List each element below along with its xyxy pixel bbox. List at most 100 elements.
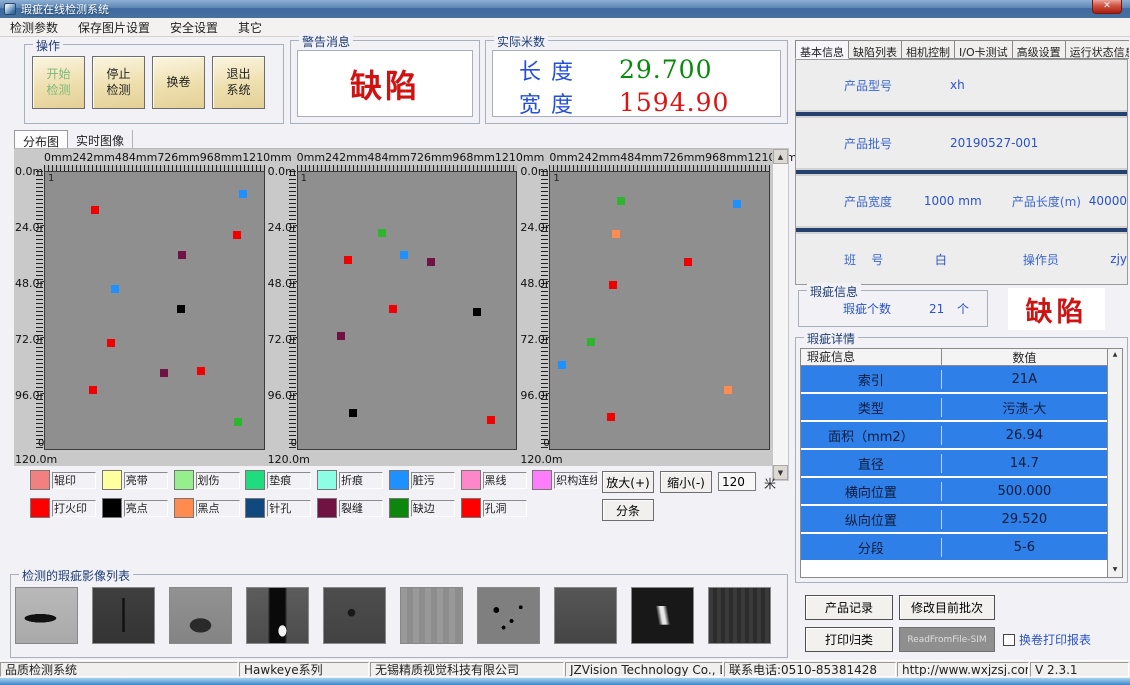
defect-point[interactable] [107, 339, 115, 347]
legend-label-box[interactable]: 划伤 [196, 472, 240, 489]
split-button[interactable]: 分条 [602, 499, 654, 521]
scroll-up-icon[interactable]: ▲ [1108, 349, 1122, 362]
menu-bar: 检测参数保存图片设置安全设置其它 [0, 18, 1130, 37]
modify-current-batch-button[interactable]: 修改目前批次 [899, 595, 995, 620]
zoom-out-button[interactable]: 缩小(-) [660, 471, 712, 493]
chart-vertical-scrollbar[interactable]: ▲ ▼ [772, 148, 789, 481]
defect-point[interactable] [234, 418, 242, 426]
stop-detection-button[interactable]: 停止 检测 [92, 56, 145, 109]
defect-thumbnail-6[interactable] [400, 587, 463, 644]
defect-point[interactable] [389, 305, 397, 313]
defect-point[interactable] [177, 305, 185, 313]
legend-label-box[interactable]: 缺边 [411, 500, 455, 517]
defect-point[interactable] [178, 251, 186, 259]
defect-thumbnail-5[interactable] [323, 587, 386, 644]
tab-run-status[interactable]: 运行状态信息 [1066, 40, 1129, 59]
defect-thumbnails [11, 575, 787, 644]
change-roll-button[interactable]: 换卷 [152, 56, 205, 109]
tab-distribution-map[interactable]: 分布图 [14, 130, 68, 148]
legend-label-box[interactable]: 黑点 [196, 500, 240, 517]
defect-point[interactable] [587, 338, 595, 346]
defect-point[interactable] [558, 361, 566, 369]
product-record-button[interactable]: 产品记录 [805, 595, 893, 620]
defect-point[interactable] [487, 416, 495, 424]
defect-point[interactable] [684, 258, 692, 266]
legend-label-box[interactable]: 黑线 [483, 472, 527, 489]
defect-point[interactable] [607, 413, 615, 421]
legend-label-box[interactable]: 打火印 [52, 500, 96, 517]
detail-table-row[interactable]: 横向位置500.000 [801, 478, 1107, 506]
tab-realtime-image[interactable]: 实时图像 [68, 130, 133, 148]
defect-thumbnail-7[interactable] [477, 587, 540, 644]
legend-label-box[interactable]: 针孔 [267, 500, 311, 517]
menu-item[interactable]: 其它 [228, 18, 272, 37]
defect-thumbnail-4[interactable] [246, 587, 309, 644]
defect-point[interactable] [197, 367, 205, 375]
exit-system-button[interactable]: 退出 系统 [212, 56, 265, 109]
defect-point[interactable] [612, 230, 620, 238]
defect-point[interactable] [378, 229, 386, 237]
tab-basic-info[interactable]: 基本信息 [795, 40, 849, 59]
detail-field-name: 面积（mm2） [801, 426, 942, 445]
defect-point[interactable] [473, 308, 481, 316]
field-value: zjy [1110, 252, 1127, 266]
detail-table-row[interactable]: 类型污渍-大 [801, 394, 1107, 422]
defect-point[interactable] [609, 281, 617, 289]
defect-point[interactable] [427, 258, 435, 266]
detail-table-row[interactable]: 纵向位置29.520 [801, 506, 1107, 534]
tab-defect-list[interactable]: 缺陷列表 [849, 40, 902, 59]
menu-item[interactable]: 安全设置 [160, 18, 228, 37]
legend-label-box[interactable]: 亮带 [124, 472, 168, 489]
detail-table-row[interactable]: 分段5-6 [801, 534, 1107, 562]
defect-point[interactable] [400, 251, 408, 259]
scroll-up-icon[interactable]: ▲ [773, 149, 788, 164]
zoom-in-button[interactable]: 放大(+) [602, 471, 654, 493]
defect-point[interactable] [617, 197, 625, 205]
detail-table-scrollbar[interactable]: ▲ ▼ [1107, 349, 1122, 577]
defect-point[interactable] [233, 231, 241, 239]
scroll-down-icon[interactable]: ▼ [1108, 564, 1122, 577]
legend-label-box[interactable]: 辊印 [52, 472, 96, 489]
menu-item[interactable]: 保存图片设置 [68, 18, 160, 37]
defect-point[interactable] [733, 200, 741, 208]
detail-table-row[interactable]: 索引21A [801, 366, 1107, 394]
range-input[interactable] [718, 472, 756, 491]
tab-advanced-settings[interactable]: 高级设置 [1013, 40, 1066, 59]
print-report-checkbox[interactable] [1003, 634, 1015, 646]
defect-thumbnail-3[interactable] [169, 587, 232, 644]
legend-label-box[interactable]: 裂缝 [339, 500, 383, 517]
defect-point[interactable] [91, 206, 99, 214]
close-button[interactable]: ✕ [1092, 0, 1122, 14]
legend-label-box[interactable]: 孔洞 [483, 500, 527, 517]
legend-label-box[interactable]: 折痕 [339, 472, 383, 489]
defect-thumbnail-10[interactable] [708, 587, 771, 644]
legend-label-box[interactable]: 亮点 [124, 500, 168, 517]
width-row: 宽度 1594.90 [519, 86, 780, 119]
print-classify-button[interactable]: 打印归类 [805, 627, 893, 652]
defect-point[interactable] [160, 369, 168, 377]
start-detection-button[interactable]: 开始 检测 [32, 56, 85, 109]
defect-point[interactable] [344, 256, 352, 264]
defect-point[interactable] [724, 386, 732, 394]
menu-item[interactable]: 检测参数 [0, 18, 68, 37]
defect-point[interactable] [349, 409, 357, 417]
tab-io-card-test[interactable]: I/O卡测试 [955, 40, 1013, 59]
read-from-file-button: ReadFromFile-SIM [899, 627, 995, 652]
defect-thumbnail-2[interactable] [92, 587, 155, 644]
defect-point[interactable] [89, 386, 97, 394]
defect-thumbnail-9[interactable] [631, 587, 694, 644]
chart-x-ruler: 0mm242mm484mm726mm968mm1210mm [549, 151, 770, 164]
defect-point[interactable] [111, 285, 119, 293]
legend-swatch [102, 498, 122, 518]
detail-table-row[interactable]: 直径14.7 [801, 450, 1107, 478]
defect-point[interactable] [239, 190, 247, 198]
tab-camera-control[interactable]: 相机控制 [902, 40, 955, 59]
legend-label-box[interactable]: 织构连线 [554, 472, 598, 489]
legend-label-box[interactable]: 脏污 [411, 472, 455, 489]
detail-table-row[interactable]: 面积（mm2）26.94 [801, 422, 1107, 450]
defect-thumbnail-8[interactable] [554, 587, 617, 644]
defect-point[interactable] [337, 332, 345, 340]
defect-thumbnail-1[interactable] [15, 587, 78, 644]
legend-label-box[interactable]: 垫痕 [267, 472, 311, 489]
legend-swatch [532, 470, 552, 490]
